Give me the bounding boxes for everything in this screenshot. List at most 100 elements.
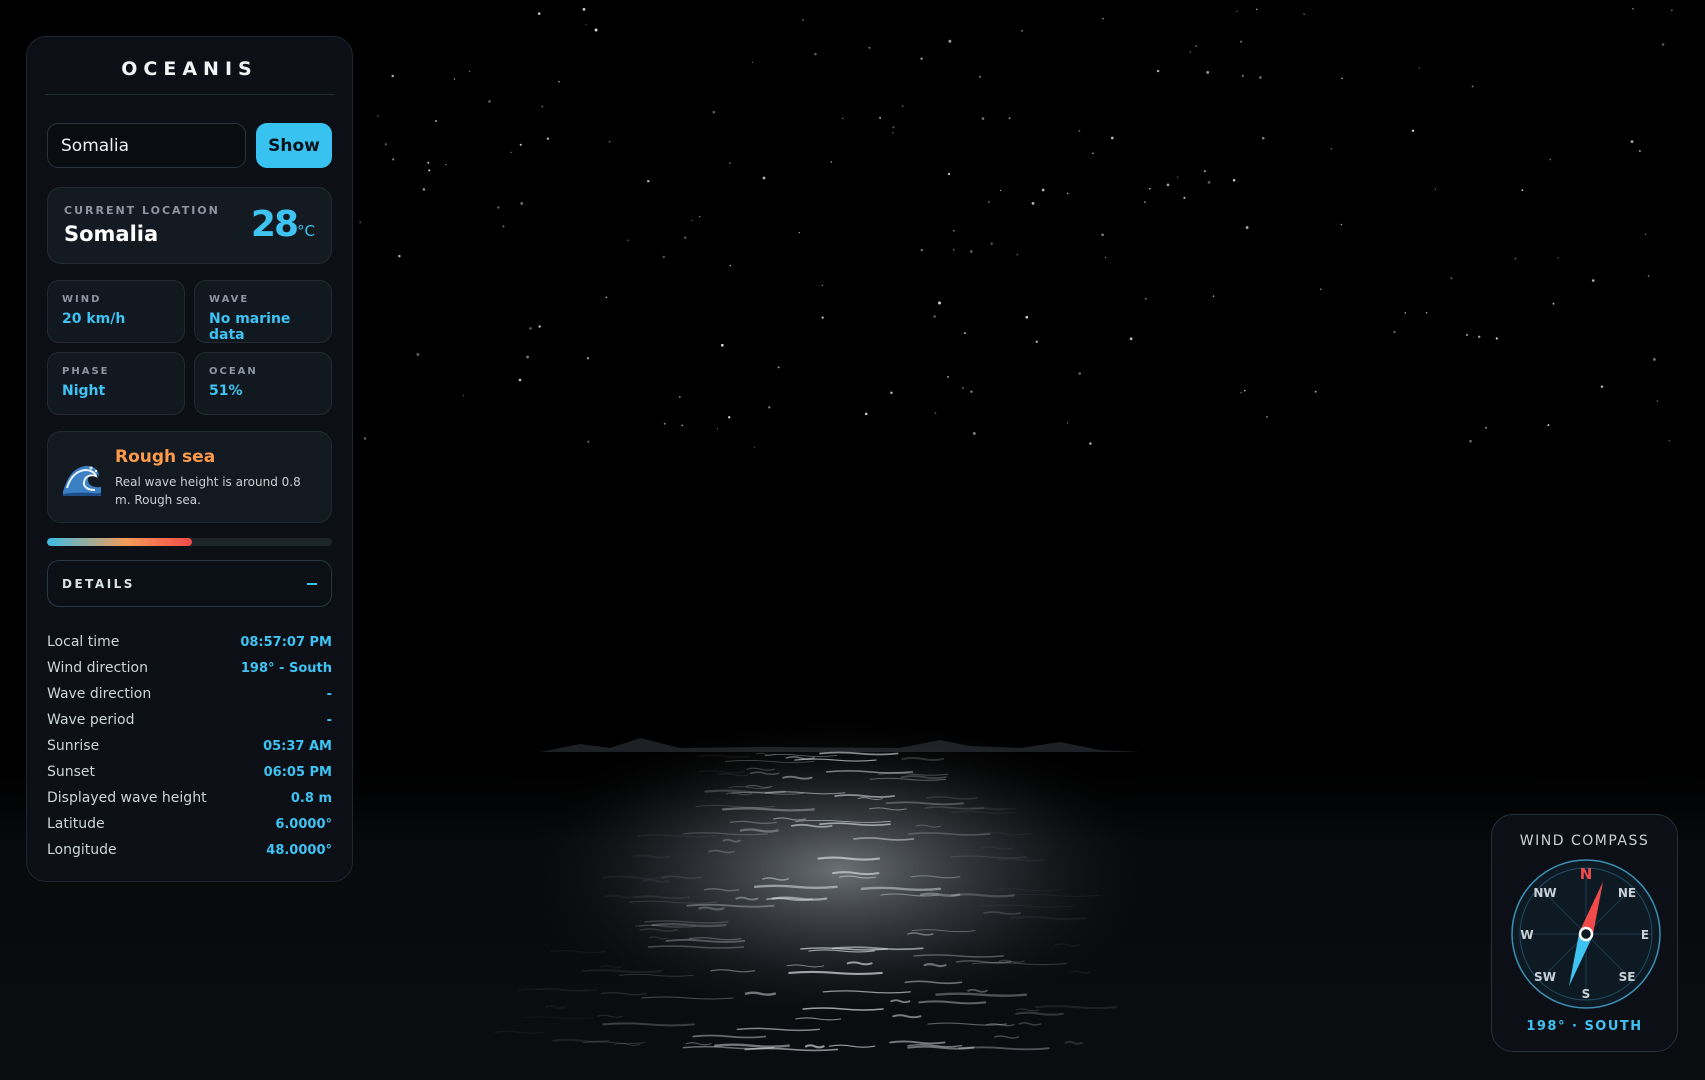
star — [468, 70, 471, 73]
location-search-input[interactable] — [47, 123, 246, 168]
star — [1189, 51, 1191, 53]
star — [391, 74, 394, 78]
star — [1259, 76, 1262, 79]
star — [762, 176, 766, 180]
star — [681, 424, 684, 427]
detail-row: Wave direction - — [47, 681, 332, 707]
star — [1434, 188, 1437, 190]
detail-label: Local time — [47, 634, 120, 650]
star — [1144, 297, 1147, 300]
compass-pivot — [1578, 926, 1594, 942]
star — [1236, 10, 1238, 13]
star — [1495, 337, 1498, 340]
detail-value: 0.8 m — [290, 790, 332, 806]
star — [1102, 17, 1104, 20]
star — [1450, 277, 1453, 280]
star — [946, 375, 950, 378]
star — [427, 161, 430, 164]
star — [359, 221, 362, 224]
stat-wind: WIND 20 km/h — [47, 280, 185, 343]
star — [1166, 183, 1170, 187]
star — [526, 355, 530, 359]
star — [1148, 187, 1151, 190]
star — [768, 406, 771, 409]
star — [1025, 315, 1029, 319]
compass-label-sw: SW — [1534, 970, 1556, 984]
detail-label: Wave period — [47, 712, 135, 728]
star — [814, 52, 817, 56]
detail-label: Displayed wave height — [47, 790, 207, 806]
star — [1341, 77, 1343, 80]
star — [830, 161, 832, 163]
star — [647, 179, 650, 183]
star — [920, 248, 923, 252]
star — [1092, 152, 1094, 155]
star — [398, 254, 401, 258]
star — [605, 296, 608, 299]
detail-row: Displayed wave height 0.8 m — [47, 785, 332, 811]
star — [428, 169, 431, 172]
star — [462, 395, 465, 397]
star — [627, 239, 630, 242]
detail-row: Local time 08:57:07 PM — [47, 629, 332, 655]
stat-label: WIND — [62, 294, 102, 305]
weather-panel: OCEANIS Show CURRENT LOCATION Somalia 28… — [26, 36, 353, 882]
star — [821, 284, 824, 287]
star — [1176, 176, 1179, 178]
star — [1144, 201, 1146, 203]
compass-label-n: N — [1580, 865, 1593, 883]
star — [586, 357, 590, 360]
stat-label: OCEAN — [209, 366, 258, 377]
compass-label-se: SE — [1619, 970, 1636, 984]
star — [729, 162, 731, 165]
details-toggle[interactable]: DETAILS — [47, 560, 332, 607]
star — [841, 117, 844, 120]
star — [964, 332, 966, 334]
star — [1101, 233, 1104, 237]
star — [1552, 302, 1555, 305]
star — [1411, 129, 1415, 132]
star — [416, 353, 420, 356]
star — [609, 141, 611, 143]
star — [1110, 136, 1114, 140]
star — [1638, 150, 1641, 152]
detail-label: Latitude — [47, 816, 105, 832]
star — [1241, 74, 1245, 78]
star — [802, 19, 804, 21]
star — [892, 126, 895, 129]
star — [1591, 279, 1595, 282]
star — [453, 78, 456, 80]
compass-label-e: E — [1641, 928, 1649, 942]
star — [751, 61, 754, 64]
star — [1255, 8, 1258, 11]
star — [798, 231, 800, 234]
star — [901, 105, 904, 108]
star — [972, 432, 976, 435]
star — [1104, 256, 1107, 259]
detail-row: Latitude 6.0000° — [47, 811, 332, 837]
star — [970, 390, 973, 393]
detail-value: - — [326, 712, 332, 728]
stat-value: Night — [62, 383, 106, 399]
current-location-card: CURRENT LOCATION Somalia 28°C — [47, 187, 332, 264]
star — [948, 39, 952, 43]
star — [699, 215, 701, 218]
wind-compass: WIND COMPASS N NE E SE S SW W NW 198° · … — [1491, 814, 1678, 1052]
star — [1008, 117, 1011, 120]
star — [961, 387, 964, 390]
star — [1066, 422, 1069, 424]
details-toggle-label: DETAILS — [62, 576, 135, 591]
star — [1129, 337, 1133, 341]
detail-row: Longitude 48.0000° — [47, 837, 332, 863]
compass-label-w: W — [1520, 928, 1533, 942]
detail-row: Sunset 06:05 PM — [47, 759, 332, 785]
search-row: Show — [47, 123, 332, 168]
star — [1156, 69, 1160, 73]
star — [864, 412, 868, 416]
star — [716, 428, 719, 430]
detail-row: Sunrise 05:37 AM — [47, 733, 332, 759]
star — [1266, 416, 1268, 418]
star — [1557, 257, 1559, 259]
show-button[interactable]: Show — [256, 123, 332, 168]
star — [947, 172, 951, 176]
